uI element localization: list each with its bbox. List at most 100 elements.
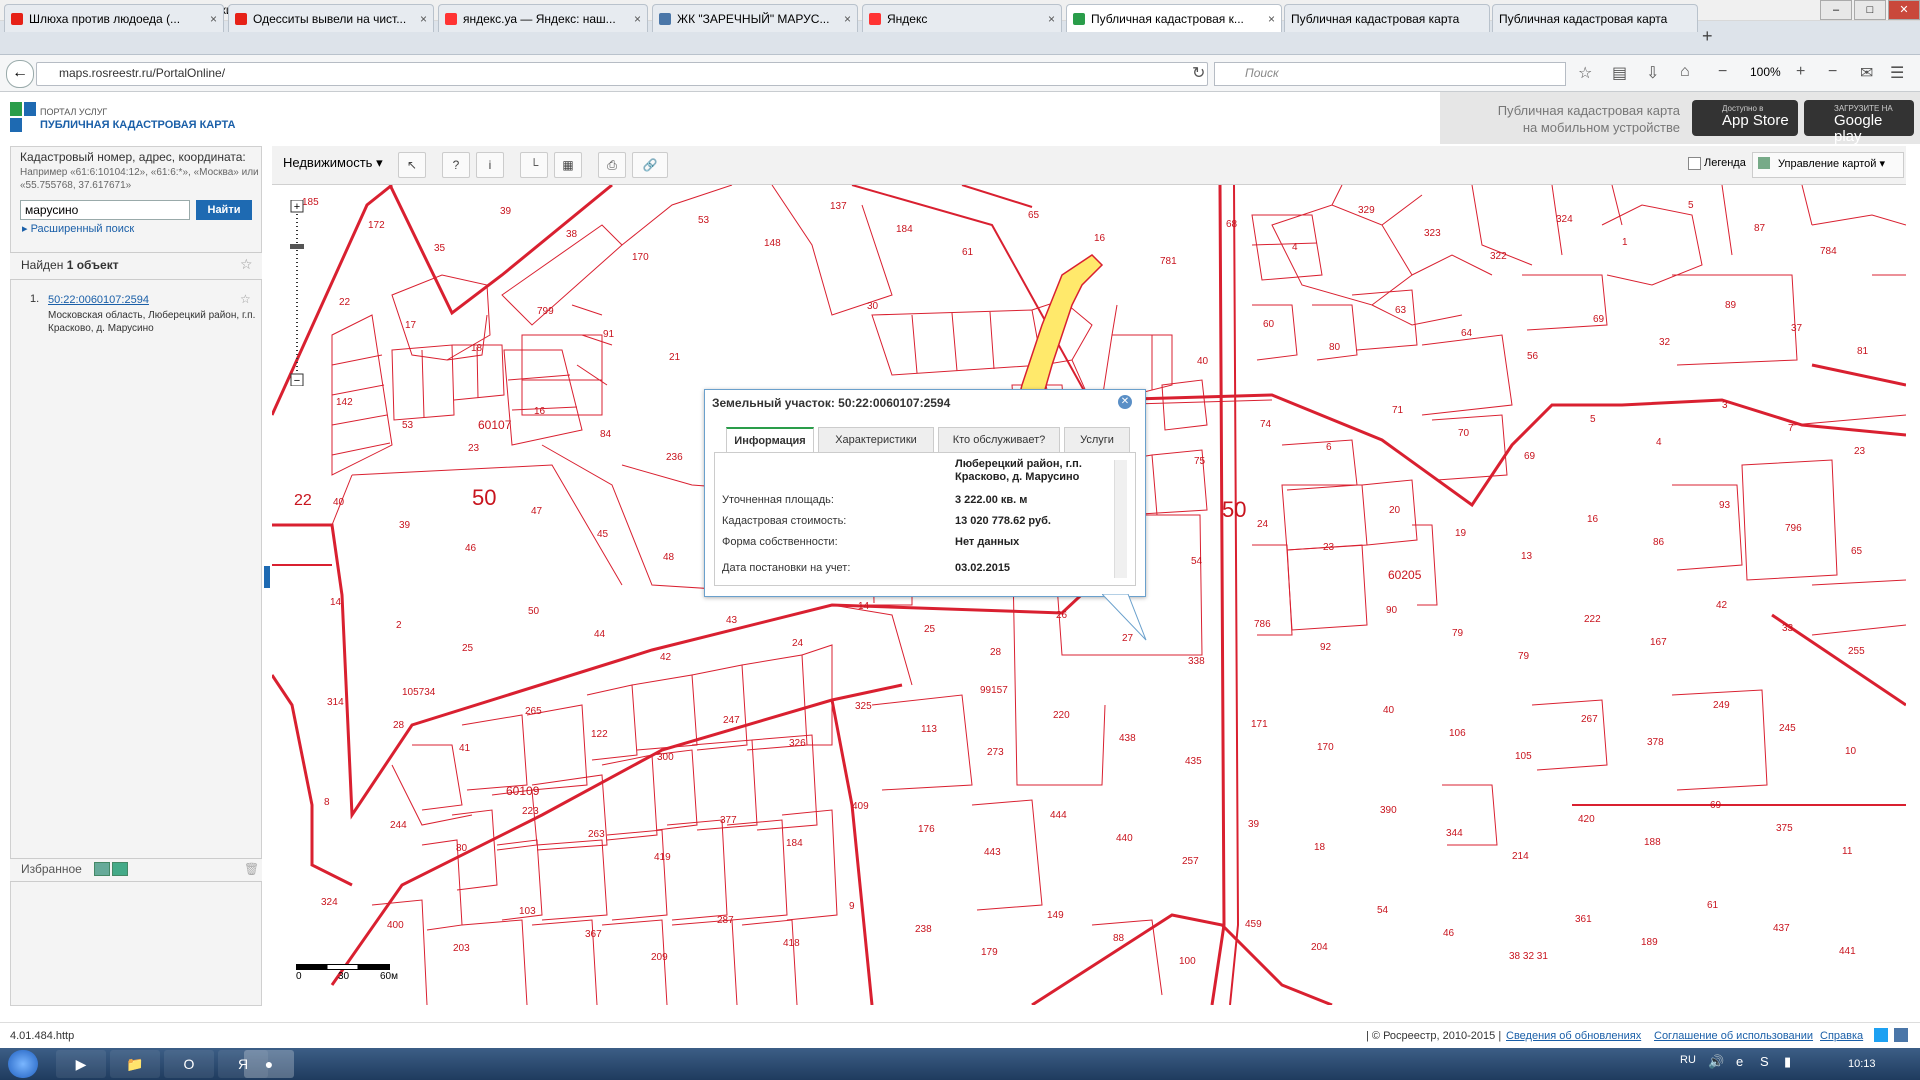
- tab-4[interactable]: ЖК "ЗАРЕЧНЫЙ" МАРУС... ×: [652, 4, 858, 32]
- import-icon[interactable]: [112, 862, 128, 876]
- collapse-panel-handle[interactable]: [264, 566, 270, 588]
- url-bar[interactable]: maps.rosreestr.ru/PortalOnline/: [36, 62, 1208, 86]
- tab-close-icon[interactable]: ×: [210, 5, 217, 32]
- result-star-icon[interactable]: ☆: [240, 292, 251, 306]
- maximize-icon[interactable]: □: [1854, 0, 1886, 20]
- tab-information[interactable]: Информация: [726, 427, 814, 453]
- tab-close-icon[interactable]: ×: [634, 5, 641, 32]
- tab-3[interactable]: яндекс.уа — Яндекс: наш... ×: [438, 4, 648, 32]
- parcel-number-label: 324: [321, 897, 338, 908]
- tab-7[interactable]: Публичная кадастровая карта: [1284, 4, 1490, 32]
- zoom-in-icon[interactable]: +: [1796, 63, 1805, 81]
- measure-icon[interactable]: └: [520, 152, 548, 178]
- tab-2[interactable]: Одесситы вывели на чист... ×: [228, 4, 434, 32]
- tab-close-icon[interactable]: ×: [420, 5, 427, 32]
- updates-link[interactable]: Сведения об обновлениях: [1506, 1030, 1641, 1042]
- select-tool-icon[interactable]: ↖: [398, 152, 426, 178]
- close-window-icon[interactable]: ✕: [1888, 0, 1920, 20]
- chat-icon[interactable]: ✉: [1860, 63, 1873, 83]
- media-player-icon[interactable]: ▶: [56, 1050, 106, 1078]
- parcel-number-label: 26: [1056, 610, 1068, 621]
- skype-tray-icon[interactable]: S: [1760, 1054, 1769, 1069]
- legend-checkbox[interactable]: [1688, 157, 1701, 170]
- zoom-slider[interactable]: + −: [288, 200, 306, 386]
- back-button[interactable]: ←: [6, 60, 34, 88]
- close-icon[interactable]: ✕: [1118, 395, 1132, 409]
- reading-list-icon[interactable]: ▤: [1612, 63, 1627, 83]
- search-input[interactable]: марусино: [20, 200, 190, 220]
- tab-6-active[interactable]: Публичная кадастровая к... ×: [1066, 4, 1282, 32]
- parcel-number-label: 5: [1688, 200, 1694, 211]
- home-icon[interactable]: ⌂: [1680, 63, 1690, 81]
- tab-who-serves[interactable]: Кто обслуживает?: [938, 427, 1060, 452]
- tab-characteristics[interactable]: Характеристики: [818, 427, 934, 452]
- parcel-number-label: 39: [399, 520, 411, 531]
- parcel-number-label: 2: [396, 620, 402, 631]
- menu-icon[interactable]: ☰: [1890, 63, 1904, 83]
- network-icon[interactable]: ▮: [1784, 1054, 1791, 1070]
- firefox-icon[interactable]: ●: [244, 1050, 294, 1078]
- tab-1[interactable]: Шлюха против людоеда (... ×: [4, 4, 224, 32]
- new-tab-button[interactable]: +: [1702, 26, 1713, 47]
- download-icon[interactable]: ⇩: [1646, 63, 1659, 83]
- parcel-number-label: 38 32 31: [1509, 951, 1548, 962]
- parcel-number-label: 106: [1449, 728, 1466, 739]
- parcel-number-label: 796: [1785, 523, 1802, 534]
- parcel-number-label: 11: [1842, 846, 1853, 857]
- area-label: Уточненная площадь:: [722, 494, 834, 506]
- tab-close-icon[interactable]: ×: [1268, 5, 1275, 32]
- parcel-number-label: 437: [1773, 923, 1790, 934]
- parcel-number-label: 149: [1047, 910, 1064, 921]
- ie-icon[interactable]: e: [1736, 1054, 1743, 1069]
- parcel-number-label: 8: [324, 797, 330, 808]
- legend-label: Легенда: [1704, 157, 1746, 169]
- zoom-out-icon[interactable]: −: [1718, 63, 1727, 81]
- volume-icon[interactable]: 🔊: [1708, 1054, 1724, 1070]
- layers-tool-icon[interactable]: ▦: [554, 152, 582, 178]
- zoom-level[interactable]: 100%: [1750, 65, 1781, 79]
- keyboard-language[interactable]: RU: [1680, 1054, 1696, 1066]
- vk-share-icon[interactable]: [1894, 1028, 1908, 1042]
- bookmark-star-icon[interactable]: ☆: [1578, 63, 1592, 83]
- parcel-number-label: 80: [1329, 342, 1341, 353]
- favorite-star-icon[interactable]: ☆: [240, 256, 253, 273]
- opera-icon[interactable]: O: [164, 1050, 214, 1078]
- parcel-number-label: 249: [1713, 700, 1730, 711]
- trash-icon[interactable]: 🗑: [244, 862, 259, 876]
- link-icon[interactable]: 🔗: [632, 152, 668, 178]
- print-icon[interactable]: ⎙: [598, 152, 626, 178]
- parcel-number-label: 338: [1188, 656, 1205, 667]
- terms-link[interactable]: Соглашение об использовании: [1654, 1030, 1813, 1042]
- minimize-icon[interactable]: –: [1820, 0, 1852, 20]
- tab-5[interactable]: Яндекс ×: [862, 4, 1062, 32]
- zoom-out-icon-2[interactable]: −: [1828, 63, 1837, 81]
- twitter-icon[interactable]: [1874, 1028, 1888, 1042]
- tab-close-icon[interactable]: ×: [844, 5, 851, 32]
- export-icon[interactable]: [94, 862, 110, 876]
- app-store-button[interactable]: Доступно в App Store: [1692, 100, 1798, 136]
- parcel-number-label: 324: [1556, 214, 1573, 225]
- parcel-number-label: 361: [1575, 914, 1592, 925]
- tab-services[interactable]: Услуги: [1064, 427, 1130, 452]
- parcel-number-label: 14: [858, 601, 870, 612]
- tab-8[interactable]: Публичная кадастровая карта: [1492, 4, 1698, 32]
- portal-logo-icon[interactable]: [10, 102, 36, 132]
- parcel-number-label: 37: [1791, 323, 1803, 334]
- portal-title[interactable]: ПУБЛИЧНАЯ КАДАСТРОВАЯ КАРТА: [40, 119, 235, 131]
- windows-start-icon[interactable]: [8, 1050, 38, 1078]
- find-button[interactable]: Найти: [196, 200, 252, 220]
- reload-icon[interactable]: ↻: [1192, 63, 1205, 83]
- advanced-search-link[interactable]: ▸ Расширенный поиск: [22, 222, 134, 235]
- identify-tool-icon[interactable]: ?: [442, 152, 470, 178]
- realty-dropdown[interactable]: Недвижимость ▾: [283, 155, 383, 171]
- tab-close-icon[interactable]: ×: [1048, 5, 1055, 32]
- info-tool-icon[interactable]: i: [476, 152, 504, 178]
- explorer-icon[interactable]: 📁: [110, 1050, 160, 1078]
- help-link[interactable]: Справка: [1820, 1030, 1863, 1042]
- parcel-number-label: 42: [660, 652, 672, 663]
- google-play-button[interactable]: ЗАГРУЗИТЕ НА Google play: [1804, 100, 1914, 145]
- version-text: 4.01.484.http: [10, 1030, 75, 1042]
- result-link[interactable]: 50:22:0060107:2594: [48, 294, 149, 306]
- browser-search-input[interactable]: Поиск: [1214, 62, 1566, 86]
- popup-scrollbar[interactable]: [1114, 460, 1127, 578]
